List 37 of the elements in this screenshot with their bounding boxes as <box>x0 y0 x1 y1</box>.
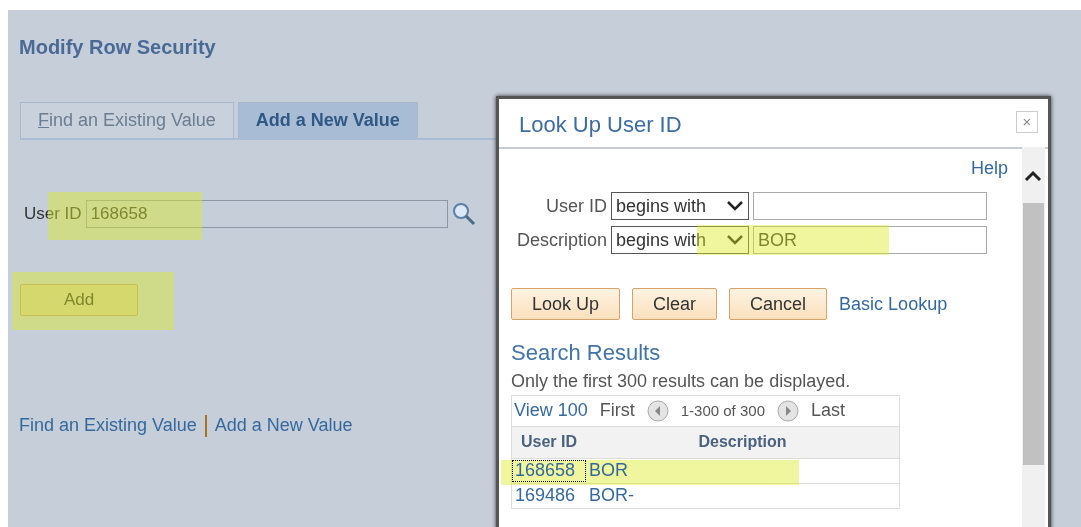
table-cell[interactable]: BOR- <box>586 486 899 506</box>
footer-link[interactable]: Add a New Value <box>214 412 353 439</box>
first-label: First <box>599 399 635 423</box>
close-button[interactable]: × <box>1016 111 1038 133</box>
range-label: 1-300 of 300 <box>680 400 765 421</box>
lookup-button[interactable]: Cancel <box>729 288 828 320</box>
field-label: Description <box>515 228 607 252</box>
last-label: Last <box>811 399 845 423</box>
caret-icon <box>726 234 744 246</box>
criteria-field[interactable]: BOR <box>753 226 987 254</box>
operator-dropdown[interactable]: begins with <box>611 226 749 254</box>
footer-link[interactable]: Find an Existing Value <box>19 412 197 439</box>
table-cell[interactable]: 168658 <box>512 460 586 482</box>
previous-icon[interactable] <box>646 399 669 422</box>
view-link[interactable]: View 100 <box>514 397 588 425</box>
column-header: Description <box>697 432 788 453</box>
page-title: Modify Row Security <box>19 35 217 60</box>
operator-dropdown[interactable]: begins with <box>611 192 749 220</box>
field-label: User ID <box>24 203 82 226</box>
results-heading: Search Results <box>511 340 662 366</box>
help-link[interactable]: Help <box>511 155 1008 182</box>
next-icon[interactable] <box>777 399 799 422</box>
scroll-thumb[interactable] <box>1023 203 1044 465</box>
scrollbar[interactable] <box>1022 147 1045 527</box>
caret-icon <box>726 200 744 212</box>
scroll-up-icon[interactable] <box>1023 169 1043 183</box>
results-note: Only the first 300 results can be displayed. <box>511 371 852 393</box>
search-icon[interactable] <box>451 202 476 226</box>
tab[interactable]: Add a New Value <box>237 102 418 138</box>
lookup-button[interactable]: Clear <box>632 288 718 320</box>
field-label: User ID <box>545 194 607 218</box>
column-header: User ID <box>520 432 578 453</box>
basic-lookup-link[interactable]: Basic Lookup <box>839 290 948 318</box>
criteria-field[interactable] <box>753 192 987 220</box>
table-cell[interactable]: 169486 <box>512 485 586 507</box>
table-cell[interactable]: BOR <box>586 461 899 481</box>
lookup-button[interactable]: Look Up <box>511 288 621 320</box>
